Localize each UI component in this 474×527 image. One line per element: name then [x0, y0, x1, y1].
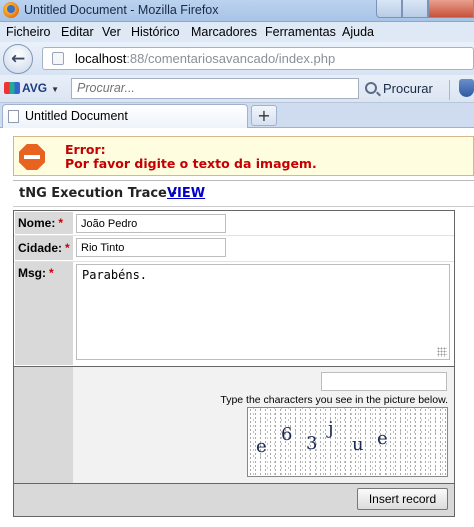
submit-row: Insert record — [14, 483, 454, 516]
tab-label: Untitled Document — [25, 109, 128, 123]
window-title-bar: Untitled Document - Mozilla Firefox — [0, 0, 474, 22]
shield-icon[interactable] — [459, 79, 474, 97]
nome-input[interactable] — [76, 214, 226, 233]
firefox-icon — [3, 2, 19, 18]
row-divider — [14, 235, 454, 236]
menu-bar: Ficheiro Editar Ver Histórico Marcadores… — [0, 22, 474, 42]
avg-search-button-label: Procurar — [383, 81, 433, 96]
tab-untitled-document[interactable]: Untitled Document — [2, 104, 248, 128]
menu-historico[interactable]: Histórico — [131, 25, 180, 39]
new-tab-button[interactable]: + — [251, 105, 277, 126]
msg-textarea[interactable]: Parabéns. — [76, 264, 450, 360]
menu-ajuda[interactable]: Ajuda — [342, 25, 374, 39]
view-trace-link[interactable]: VIEW — [167, 186, 205, 201]
error-message-box: Error: Por favor digite o texto da image… — [13, 136, 474, 176]
cidade-input[interactable] — [76, 238, 226, 257]
insert-record-button[interactable]: Insert record — [357, 488, 448, 510]
avg-search-button[interactable]: Procurar — [365, 81, 433, 96]
window-title: Untitled Document - Mozilla Firefox — [24, 3, 219, 17]
menu-ver[interactable]: Ver — [102, 25, 121, 39]
captcha-char: e — [377, 428, 388, 449]
search-icon — [365, 82, 377, 94]
avg-menu-button[interactable]: AVG ▼ — [4, 81, 59, 95]
captcha-instructions: Type the characters you see in the pictu… — [220, 394, 448, 406]
error-title: Error: — [65, 142, 106, 157]
url-bar[interactable]: localhost:88/comentariosavancado/index.p… — [42, 47, 474, 70]
captcha-label-cell — [14, 367, 73, 483]
menu-marcadores[interactable]: Marcadores — [191, 25, 257, 39]
comment-form: Nome:* Cidade:* Msg:* Parabéns. Type the… — [13, 210, 455, 517]
avg-search-box[interactable] — [71, 78, 359, 99]
captcha-cell: Type the characters you see in the pictu… — [73, 367, 454, 483]
execution-trace-bar: tNG Execution Trace - VIEW — [13, 180, 474, 207]
required-mark: * — [58, 216, 64, 230]
cidade-label-text: Cidade: — [18, 241, 63, 255]
avg-brand: AVG — [22, 81, 48, 95]
error-text: Por favor digite o texto da imagem. — [65, 156, 317, 171]
msg-label-text: Msg: — [18, 266, 46, 280]
captcha-char: 3 — [306, 433, 318, 454]
nome-label-text: Nome: — [18, 216, 56, 230]
captcha-row: Type the characters you see in the pictu… — [14, 366, 454, 483]
url-host: localhost — [75, 51, 127, 66]
back-arrow-icon: ← — [11, 49, 26, 69]
close-window-button[interactable] — [428, 0, 474, 18]
msg-label: Msg: * — [15, 262, 73, 365]
captcha-char: u — [352, 434, 364, 455]
avg-search-input[interactable] — [77, 79, 357, 97]
resize-grip-icon[interactable] — [437, 347, 447, 357]
stop-icon — [19, 144, 45, 170]
maximize-button[interactable] — [402, 0, 428, 18]
cidade-label: Cidade: * — [15, 236, 73, 260]
avg-logo-icon — [4, 82, 20, 94]
toolbar-divider — [449, 80, 450, 100]
captcha-char: e — [256, 436, 267, 457]
captcha-input[interactable] — [321, 372, 447, 391]
captcha-char: 6 — [281, 424, 293, 445]
nome-label: Nome: * — [15, 212, 73, 234]
dropdown-caret-icon: ▼ — [51, 85, 60, 94]
back-button[interactable]: ← — [3, 44, 33, 74]
site-identity-icon[interactable] — [52, 52, 64, 65]
required-mark: * — [49, 266, 54, 280]
page-icon — [8, 110, 19, 123]
menu-ficheiro[interactable]: Ficheiro — [6, 25, 50, 39]
captcha-image: e 6 3 j u e — [247, 407, 448, 477]
url-text[interactable]: localhost:88/comentariosavancado/index.p… — [75, 51, 335, 66]
menu-editar[interactable]: Editar — [61, 25, 94, 39]
menu-ferramentas[interactable]: Ferramentas — [265, 25, 336, 39]
row-divider — [14, 261, 454, 262]
minimize-button[interactable] — [376, 0, 402, 18]
url-path: :88/comentariosavancado/index.php — [126, 51, 336, 66]
execution-trace-label: tNG Execution Trace - — [19, 186, 177, 201]
captcha-char: j — [328, 418, 334, 439]
required-mark: * — [65, 241, 70, 255]
